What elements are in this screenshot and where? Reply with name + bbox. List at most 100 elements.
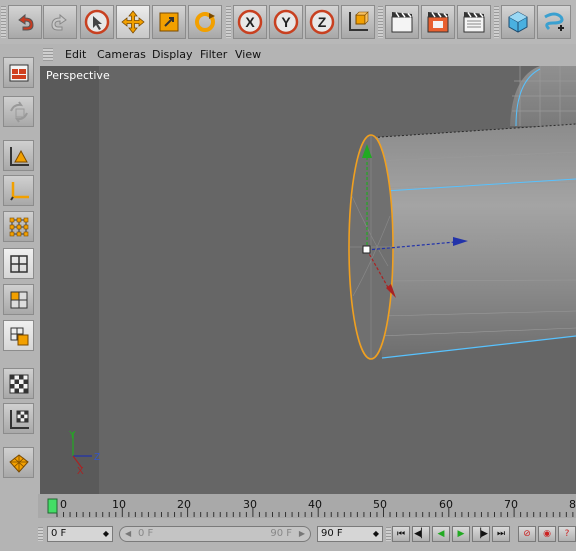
end-frame-field[interactable]: 90 F ◆ — [317, 526, 383, 542]
uvw-mode-button[interactable] — [3, 320, 34, 351]
stepper-arrows-icon[interactable]: ◆ — [373, 527, 379, 541]
cube-primitive-button[interactable] — [501, 5, 535, 39]
move-icon — [121, 10, 145, 34]
tick-label: 0 — [60, 498, 67, 511]
menu-display[interactable]: Display — [152, 48, 193, 61]
axis-y-label: Y — [69, 430, 76, 441]
play-backward-button[interactable]: ◀ — [432, 526, 450, 542]
tick-label: 60 — [439, 498, 453, 511]
model-mode-icon — [9, 100, 28, 123]
goto-end-button[interactable]: ⏭ — [492, 526, 510, 542]
lock-x-button[interactable]: X — [233, 5, 267, 39]
edges-mode-button[interactable] — [3, 248, 34, 279]
spline-pen-button[interactable] — [537, 5, 571, 39]
background-mesh — [510, 66, 576, 127]
left-toolbar — [0, 44, 38, 494]
next-keyframe-button[interactable]: ▕▶ — [472, 526, 490, 542]
render-view-button[interactable] — [385, 5, 419, 39]
rotate-button[interactable] — [188, 5, 222, 39]
points-mode-button[interactable] — [3, 211, 34, 242]
tick-label: 8 — [569, 498, 576, 511]
end-frame-value: 90 F — [321, 528, 343, 539]
toolbar-grip[interactable] — [494, 6, 499, 38]
keyframe-selection-icon: ? — [564, 529, 570, 539]
texture-mode-button[interactable] — [3, 368, 34, 399]
autokey-icon: ◉ — [543, 529, 551, 539]
menu-view[interactable]: View — [235, 48, 261, 61]
lock-z-button[interactable]: Z — [305, 5, 339, 39]
tick-label: 50 — [373, 498, 387, 511]
redo-button[interactable] — [43, 5, 77, 39]
rotate-icon — [195, 12, 215, 32]
undo-button[interactable] — [8, 5, 42, 39]
range-end-value: 90 F — [270, 528, 292, 539]
goto-end-icon: ⏭ — [496, 529, 506, 539]
model-mode-button[interactable] — [3, 96, 34, 127]
current-frame-marker[interactable] — [47, 498, 58, 514]
autokey-button[interactable]: ◉ — [538, 526, 556, 542]
menu-cameras[interactable]: Cameras — [97, 48, 146, 61]
viewport-camera-label[interactable]: Perspective — [46, 69, 110, 82]
make-editable-icon — [9, 64, 28, 81]
tick-label: 10 — [112, 498, 126, 511]
object-axis-icon — [9, 146, 29, 166]
make-editable-button[interactable] — [3, 57, 34, 88]
start-frame-field[interactable]: 0 F ◆ — [47, 526, 113, 542]
record-button[interactable]: ⊘ — [518, 526, 536, 542]
viewport-scene: Y Z X — [40, 66, 576, 494]
menu-filter[interactable]: Filter — [200, 48, 227, 61]
scale-button[interactable] — [152, 5, 186, 39]
frame-range-slider[interactable]: ◀ 0 F 90 F ▶ — [119, 526, 311, 542]
stepper-arrows-icon[interactable]: ◆ — [103, 527, 109, 541]
workplane-icon — [9, 409, 29, 429]
range-right-arrow-icon[interactable]: ▶ — [299, 527, 305, 541]
render-view-icon — [391, 12, 413, 33]
render-picture-viewer-icon — [427, 12, 449, 33]
coordinate-system-button[interactable] — [341, 5, 375, 39]
live-selection-button[interactable] — [80, 5, 114, 39]
axis-x-label: X — [77, 466, 84, 477]
prev-keyframe-button[interactable]: ◀▏ — [412, 526, 430, 542]
axis-mode-icon — [9, 181, 29, 201]
snapping-button[interactable] — [3, 447, 34, 478]
uvw-mode-icon — [10, 327, 28, 345]
tick-label: 20 — [177, 498, 191, 511]
render-picture-viewer-button[interactable] — [421, 5, 455, 39]
live-selection-icon — [84, 9, 110, 35]
menu-grip[interactable] — [43, 48, 53, 61]
play-forward-button[interactable]: ▶ — [452, 526, 470, 542]
next-keyframe-icon: ▕▶ — [474, 529, 488, 539]
object-axis-button[interactable] — [3, 140, 34, 171]
polygons-mode-button[interactable] — [3, 284, 34, 315]
playbar-grip[interactable] — [386, 527, 391, 541]
timeline-ruler[interactable]: 0 10 20 30 40 50 60 70 8 — [38, 494, 576, 518]
menu-edit[interactable]: Edit — [65, 48, 86, 61]
axis-z-label: Z — [94, 452, 100, 463]
spline-pen-icon — [544, 12, 564, 31]
texture-mode-icon — [9, 374, 28, 393]
toolbar-grip[interactable] — [1, 6, 6, 38]
render-settings-icon — [463, 12, 485, 33]
toolbar-grip[interactable] — [226, 6, 231, 38]
cube-primitive-icon — [508, 11, 528, 33]
lock-y-icon: Y — [273, 9, 299, 35]
playbar-grip[interactable] — [38, 527, 43, 541]
toolbar-grip[interactable] — [378, 6, 383, 38]
goto-start-icon: ⏮ — [396, 529, 406, 539]
lock-y-button[interactable]: Y — [269, 5, 303, 39]
lock-y-label: Y — [281, 14, 291, 30]
goto-start-button[interactable]: ⏮ — [392, 526, 410, 542]
axis-mode-button[interactable] — [3, 175, 34, 206]
viewport-menu-bar: Edit Cameras Display Filter View — [40, 44, 576, 66]
polygons-mode-icon — [10, 291, 27, 308]
render-settings-button[interactable] — [457, 5, 491, 39]
move-button[interactable] — [116, 5, 150, 39]
prev-keyframe-icon: ◀▏ — [414, 529, 428, 539]
perspective-viewport[interactable]: Y Z X Perspective — [40, 66, 576, 494]
keyframe-selection-button[interactable]: ? — [558, 526, 576, 542]
range-left-arrow-icon[interactable]: ◀ — [125, 527, 131, 541]
playback-bar: 0 F ◆ ◀ 0 F 90 F ▶ 90 F ◆ ⏮ ◀▏ ◀ ▶ ▕▶ ⏭ … — [0, 518, 576, 551]
undo-icon — [18, 13, 34, 31]
points-mode-icon — [9, 217, 28, 236]
workplane-button[interactable] — [3, 403, 34, 434]
